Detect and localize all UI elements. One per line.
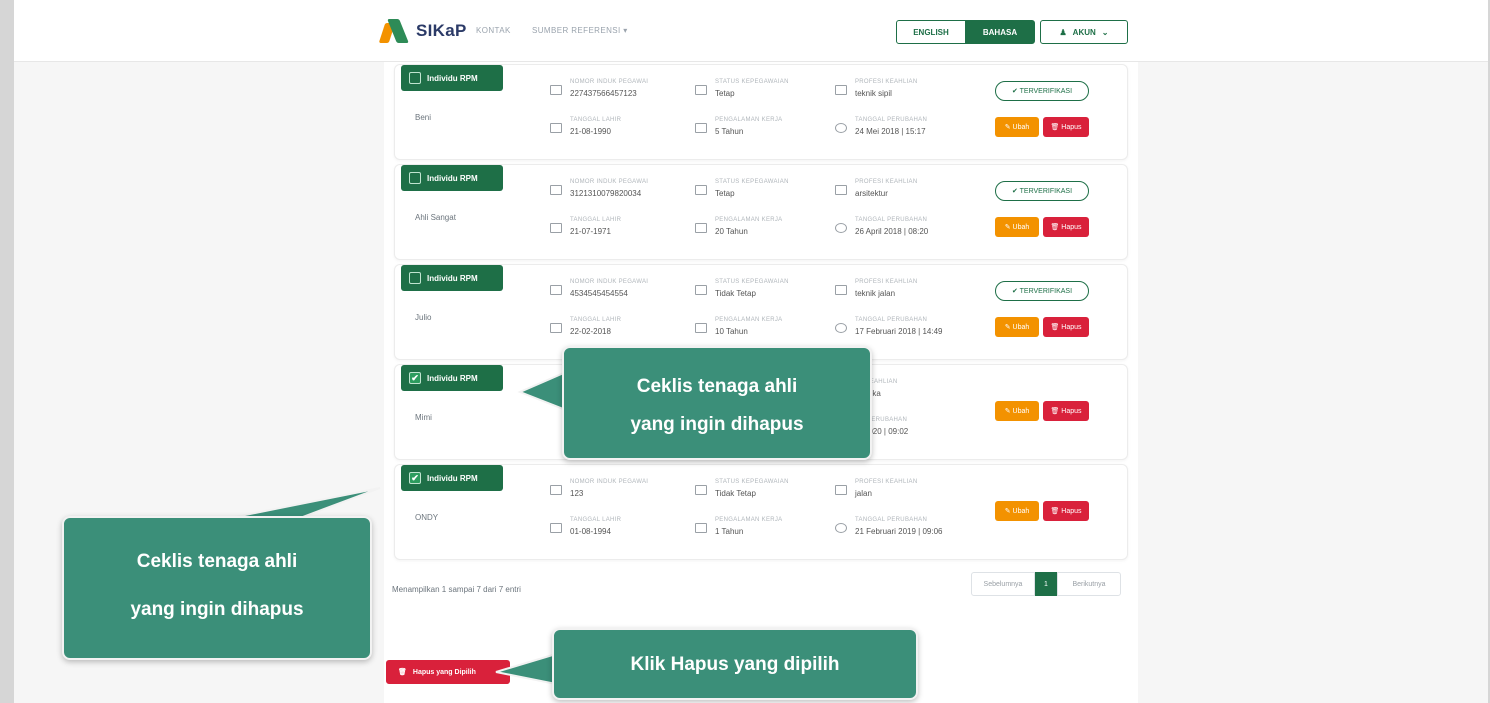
callout-check-expert: Ceklis tenaga ahli yang ingin dihapus xyxy=(562,346,872,460)
callout-click-delete-selected: Klik Hapus yang dipilih xyxy=(552,628,918,700)
callout-check-expert-2: Ceklis tenaga ahli yang ingin dihapus xyxy=(62,516,372,660)
